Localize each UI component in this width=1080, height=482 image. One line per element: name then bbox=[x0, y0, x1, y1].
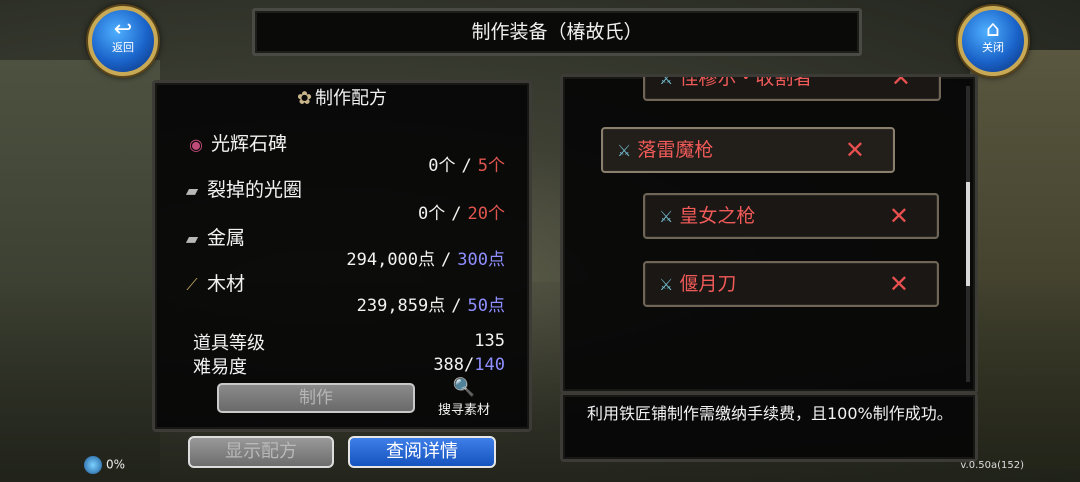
spear-icon: ⚔ bbox=[617, 141, 632, 160]
list-item[interactable]: ⚔ 皇女之枪 ✕ bbox=[643, 193, 939, 239]
back-button[interactable]: ↩ 返回 bbox=[88, 6, 158, 76]
description-text: 利用铁匠铺制作需缴纳手续费，且100%制作成功。 bbox=[587, 404, 953, 423]
wood-icon: ⟋ bbox=[186, 275, 198, 294]
view-detail-button[interactable]: 查阅详情 bbox=[348, 436, 496, 468]
show-recipe-button[interactable]: 显示配方 bbox=[188, 436, 334, 468]
page-title: 制作装备（椿故氏） bbox=[252, 8, 862, 56]
search-materials-label: 搜寻素材 bbox=[437, 403, 490, 418]
material-have: 0个 bbox=[428, 156, 456, 176]
spear-icon: ⚔ bbox=[659, 207, 674, 226]
material-have: 239,859点 bbox=[356, 296, 446, 316]
recipe-panel: ✿ 制作配方 ◉ 光辉石碑 0个/5个 ▰ 裂掉的光圈 0个/20个 ▰ 金属 294,… bbox=[152, 80, 532, 432]
spear-icon: ⚔ bbox=[659, 275, 674, 294]
description-panel: 利用铁匠铺制作需缴纳手续费，且100%制作成功。 bbox=[560, 392, 978, 462]
item-level-label: 道具等级 bbox=[193, 333, 265, 354]
status-indicator: 0% bbox=[84, 456, 125, 474]
list-item-selected[interactable]: ⚔ 落雷魔枪 ✕ bbox=[601, 127, 895, 173]
list-item[interactable]: ⚔ 怪穆尔・收割者 ✕ bbox=[643, 74, 941, 101]
unavailable-icon: ✕ bbox=[888, 202, 909, 230]
material-quantity: 0个/20个 bbox=[418, 204, 505, 224]
search-materials-button[interactable]: 🔍 搜寻素材 bbox=[431, 377, 497, 418]
material-name: ▰ 金属 bbox=[181, 223, 245, 250]
unavailable-icon: ✕ bbox=[844, 136, 865, 164]
recipe-icon: ✿ bbox=[296, 88, 313, 109]
back-label: 返回 bbox=[112, 41, 134, 54]
close-label: 关闭 bbox=[982, 41, 1004, 54]
list-item[interactable]: ⚔ 偃月刀 ✕ bbox=[643, 261, 939, 307]
make-button[interactable]: 制作 bbox=[217, 383, 415, 413]
difficulty-current: 388 bbox=[433, 355, 465, 375]
list-scrollbar[interactable] bbox=[966, 86, 970, 382]
metal-bar-icon: ▰ bbox=[185, 181, 199, 200]
material-label: 光辉石碑 bbox=[211, 133, 288, 155]
orb-icon: ◉ bbox=[189, 135, 203, 154]
material-have: 294,000点 bbox=[346, 250, 436, 270]
home-icon: ⌂ bbox=[986, 17, 1000, 42]
unavailable-icon: ✕ bbox=[890, 74, 911, 92]
material-have: 0个 bbox=[418, 204, 446, 224]
material-name: ⟋ 木材 bbox=[181, 269, 245, 296]
close-button[interactable]: ⌂ 关闭 bbox=[958, 6, 1028, 76]
material-label: 金属 bbox=[207, 227, 246, 249]
magnifier-icon: 🔍 bbox=[452, 377, 476, 398]
material-label: 木材 bbox=[207, 273, 246, 295]
material-need: 20个 bbox=[467, 204, 505, 224]
material-need: 5个 bbox=[477, 156, 505, 176]
back-arrow-icon: ↩ bbox=[113, 17, 133, 42]
list-scroll-thumb[interactable] bbox=[966, 182, 970, 286]
version-label: v.0.50a(152) bbox=[960, 460, 1024, 471]
list-item-label: 怪穆尔・收割者 bbox=[679, 74, 813, 89]
material-quantity: 239,859点/50点 bbox=[356, 296, 505, 316]
metal-bar-icon: ▰ bbox=[185, 229, 199, 248]
unavailable-icon: ✕ bbox=[888, 270, 909, 298]
material-name: ◉ 光辉石碑 bbox=[185, 129, 287, 156]
material-quantity: 294,000点/300点 bbox=[346, 250, 505, 270]
status-percent: 0% bbox=[106, 457, 126, 472]
list-item-label: 偃月刀 bbox=[679, 273, 737, 295]
list-item-label: 皇女之枪 bbox=[679, 205, 756, 227]
list-item-label: 落雷魔枪 bbox=[637, 139, 714, 161]
material-label: 裂掉的光圈 bbox=[207, 179, 303, 201]
difficulty-label: 难易度 bbox=[193, 357, 247, 378]
item-level-value: 135 bbox=[474, 331, 505, 351]
recipe-panel-title: ✿ 制作配方 bbox=[155, 83, 529, 115]
spear-icon: ⚔ bbox=[659, 74, 674, 88]
difficulty-value: 388/140 bbox=[433, 355, 505, 375]
material-need: 300点 bbox=[457, 250, 505, 270]
material-name: ▰ 裂掉的光圈 bbox=[181, 175, 302, 202]
material-quantity: 0个/5个 bbox=[428, 156, 505, 176]
sync-icon bbox=[84, 456, 102, 474]
difficulty-max: 140 bbox=[474, 355, 505, 375]
material-need: 50点 bbox=[467, 296, 505, 316]
equipment-list-panel[interactable]: ⚔ 怪穆尔・收割者 ✕ ⚔ 落雷魔枪 ✕ ⚔ 皇女之枪 ✕ ⚔ 偃月刀 ✕ bbox=[560, 74, 978, 394]
recipe-title-text: 制作配方 bbox=[315, 88, 388, 109]
